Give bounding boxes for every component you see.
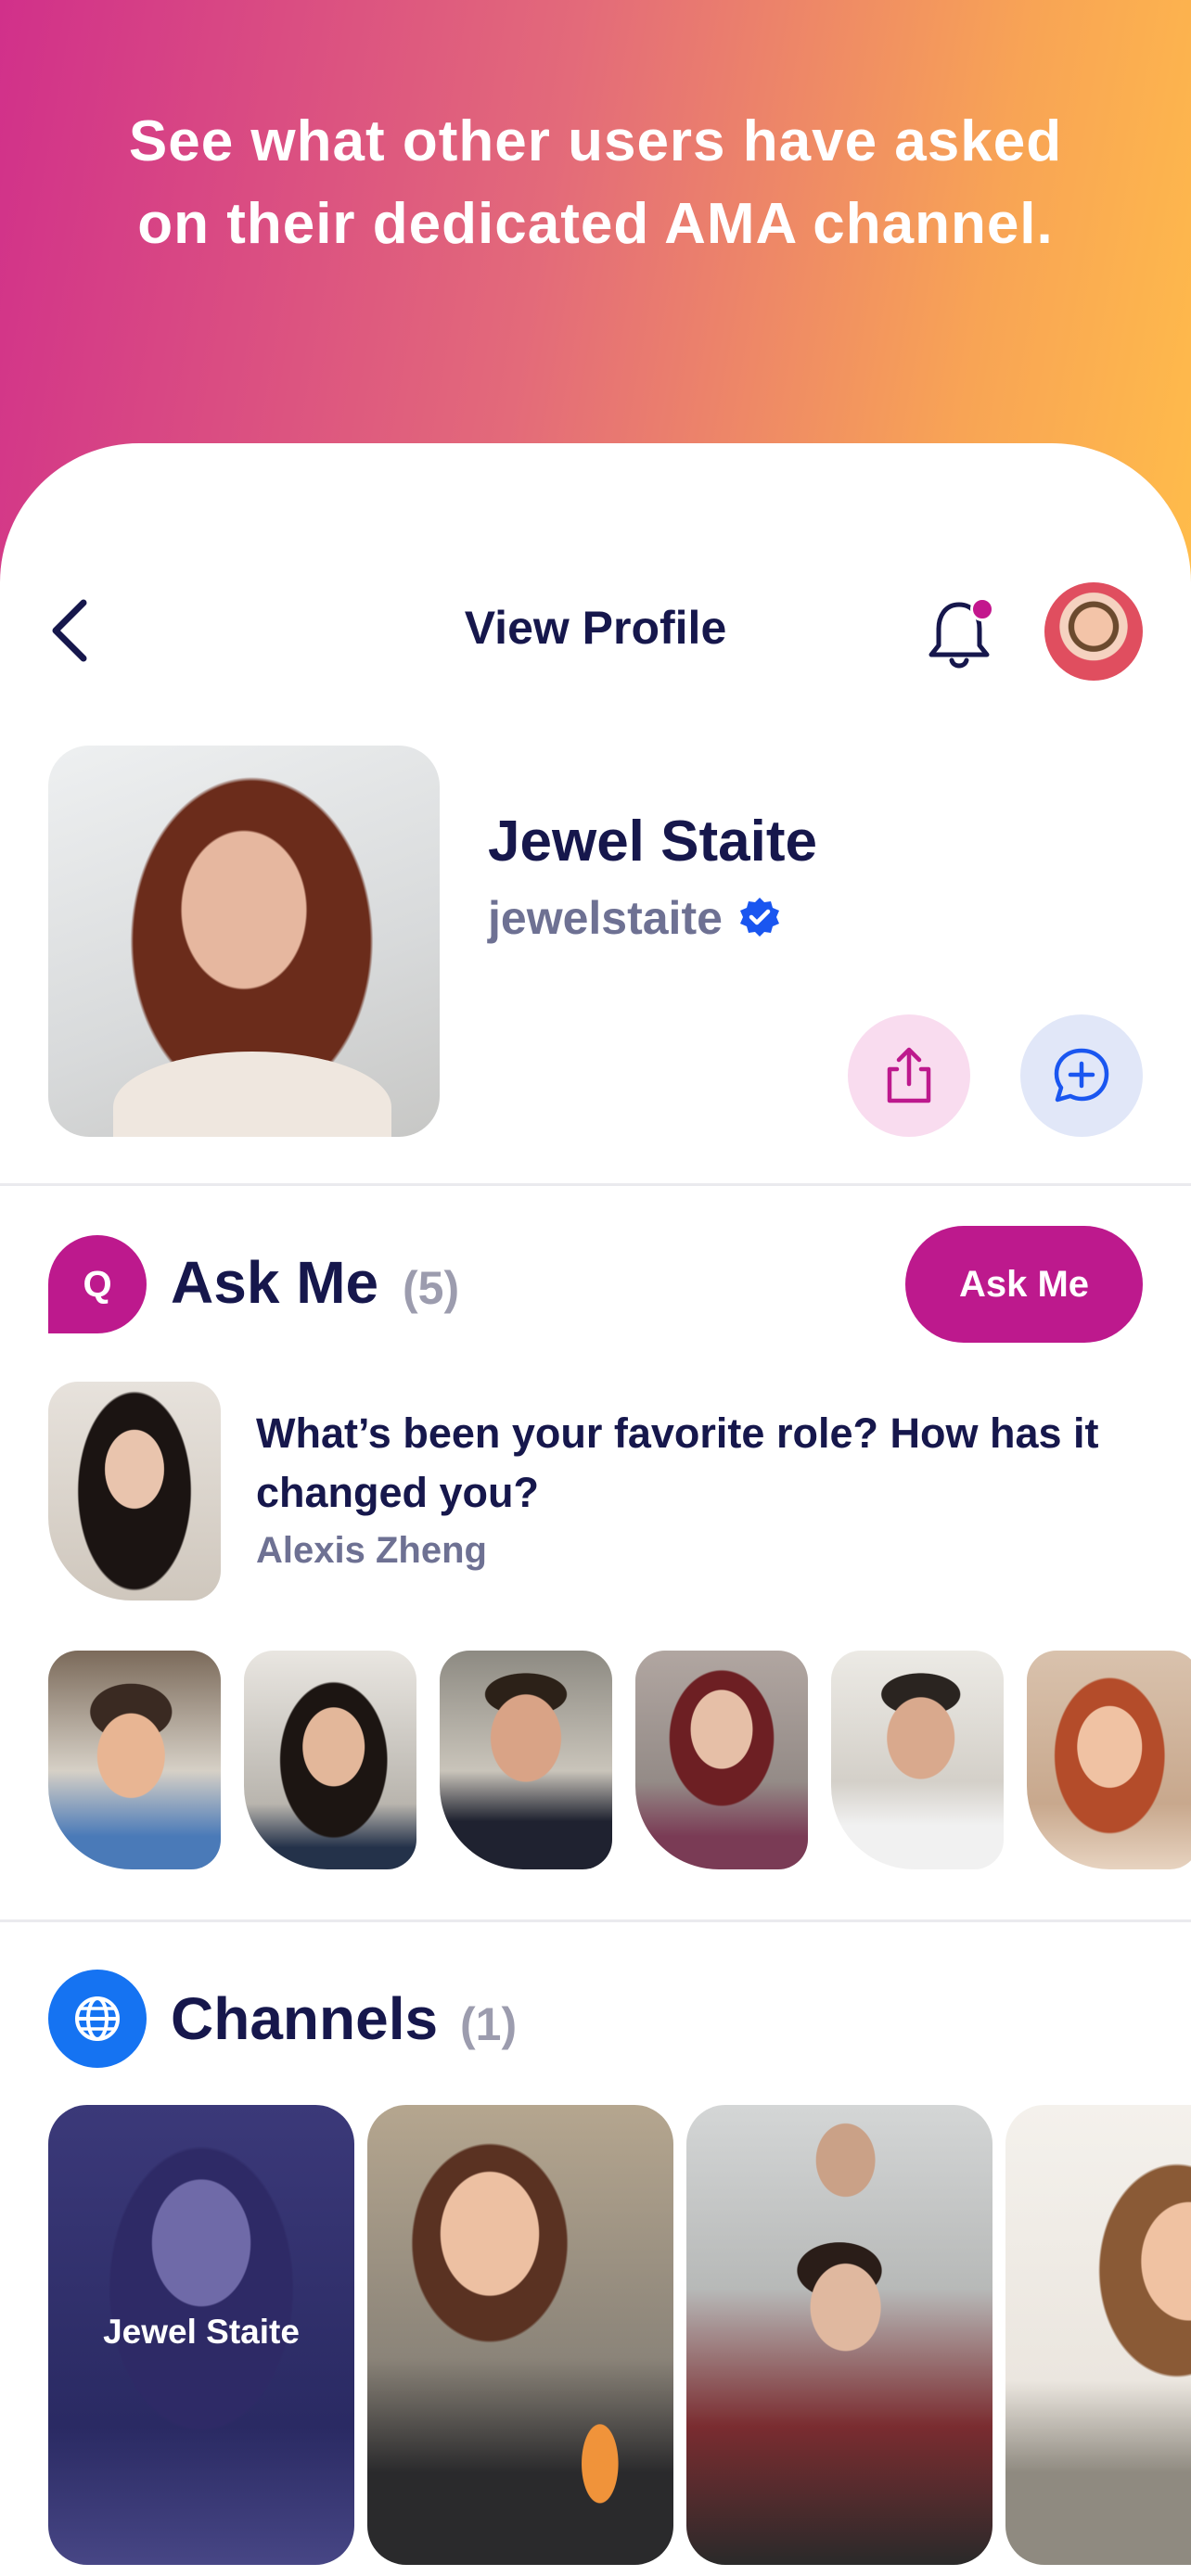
profile-name: Jewel Staite xyxy=(488,810,817,874)
channel-card-label: Jewel Staite xyxy=(103,2313,300,2351)
channel-card[interactable] xyxy=(367,2105,673,2565)
new-message-button[interactable] xyxy=(1020,1014,1143,1137)
globe-icon xyxy=(75,1996,120,2041)
promo-headline: See what other users have asked on their… xyxy=(128,109,1063,256)
question-thumbnail[interactable] xyxy=(635,1651,808,1869)
channels-title: Channels xyxy=(171,1985,439,2052)
featured-question-author: Alexis Zheng xyxy=(256,1530,487,1571)
ask-me-button[interactable]: Ask Me xyxy=(905,1226,1143,1343)
verified-badge-icon xyxy=(739,898,779,937)
top-navigation-bar: View Profile xyxy=(0,556,1191,705)
question-icon: Q xyxy=(48,1235,147,1333)
chat-plus-icon xyxy=(1054,1048,1109,1103)
app-screen: See what other users have asked on their… xyxy=(0,0,1191,2576)
question-thumbnail[interactable] xyxy=(440,1651,612,1869)
question-thumbnail[interactable] xyxy=(831,1651,1004,1869)
channels-carousel: Jewel Staite xyxy=(48,2105,1191,2569)
channel-card[interactable] xyxy=(686,2105,992,2565)
profile-handle-row: jewelstaite xyxy=(488,890,782,946)
profile-photo xyxy=(48,746,440,1137)
channels-section-icon xyxy=(48,1970,147,2068)
share-button[interactable] xyxy=(848,1014,970,1137)
section-divider xyxy=(0,1183,1191,1186)
ask-me-count: (5) xyxy=(403,1262,460,1314)
profile-header: Jewel Staite jewelstaite xyxy=(0,742,1191,1141)
channel-card[interactable] xyxy=(1005,2105,1191,2565)
profile-handle: jewelstaite xyxy=(488,892,723,944)
question-author-avatar[interactable] xyxy=(48,1382,221,1600)
channels-count: (1) xyxy=(460,1998,518,2050)
question-thumbnails xyxy=(48,1651,1191,1869)
share-icon xyxy=(887,1047,931,1103)
user-avatar-button[interactable] xyxy=(1044,582,1143,681)
channel-card[interactable]: Jewel Staite xyxy=(48,2105,354,2565)
page-title: View Profile xyxy=(464,602,727,654)
question-thumbnail[interactable] xyxy=(48,1651,221,1869)
featured-question-text[interactable]: What’s been your favorite role? How has … xyxy=(256,1404,1146,1523)
notification-badge xyxy=(970,597,994,621)
question-thumbnail[interactable] xyxy=(1027,1651,1191,1869)
section-divider xyxy=(0,1919,1191,1922)
question-thumbnail[interactable] xyxy=(244,1651,416,1869)
notifications-button[interactable] xyxy=(926,597,994,671)
ask-me-title: Ask Me xyxy=(171,1249,379,1316)
